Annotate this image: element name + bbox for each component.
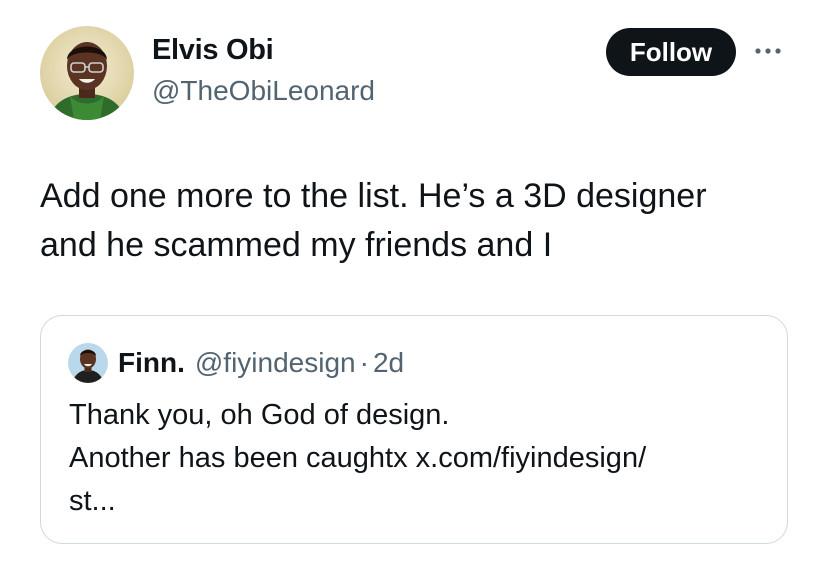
author-avatar[interactable]: [40, 26, 134, 120]
tweet-text: Add one more to the list. He’s a 3D desi…: [40, 177, 707, 264]
quoted-tweet-card[interactable]: Finn. @fiyindesign · 2d Thank you, oh Go…: [40, 315, 788, 544]
quoted-timestamp[interactable]: 2d: [373, 347, 404, 379]
quoted-tweet-header: Finn. @fiyindesign · 2d: [68, 343, 404, 383]
avatar-photo-icon: [40, 26, 134, 120]
quoted-author-display-name[interactable]: Finn.: [118, 347, 185, 379]
author-display-name[interactable]: Elvis Obi: [152, 32, 375, 68]
author-block[interactable]: Elvis Obi @TheObiLeonard: [152, 32, 375, 108]
author-handle[interactable]: @TheObiLeonard: [152, 74, 375, 108]
quoted-header-separator: ·: [359, 347, 369, 378]
quoted-author-avatar[interactable]: [68, 343, 108, 383]
tweet: Elvis Obi @TheObiLeonard Follow Add one …: [0, 0, 828, 578]
avatar-photo-icon: [68, 343, 108, 383]
quoted-author-handle[interactable]: @fiyindesign: [195, 347, 356, 379]
quoted-tweet-text: Thank you, oh God of design. Another has…: [69, 399, 647, 517]
more-horizontal-icon[interactable]: [750, 36, 790, 66]
follow-button[interactable]: Follow: [606, 28, 736, 76]
